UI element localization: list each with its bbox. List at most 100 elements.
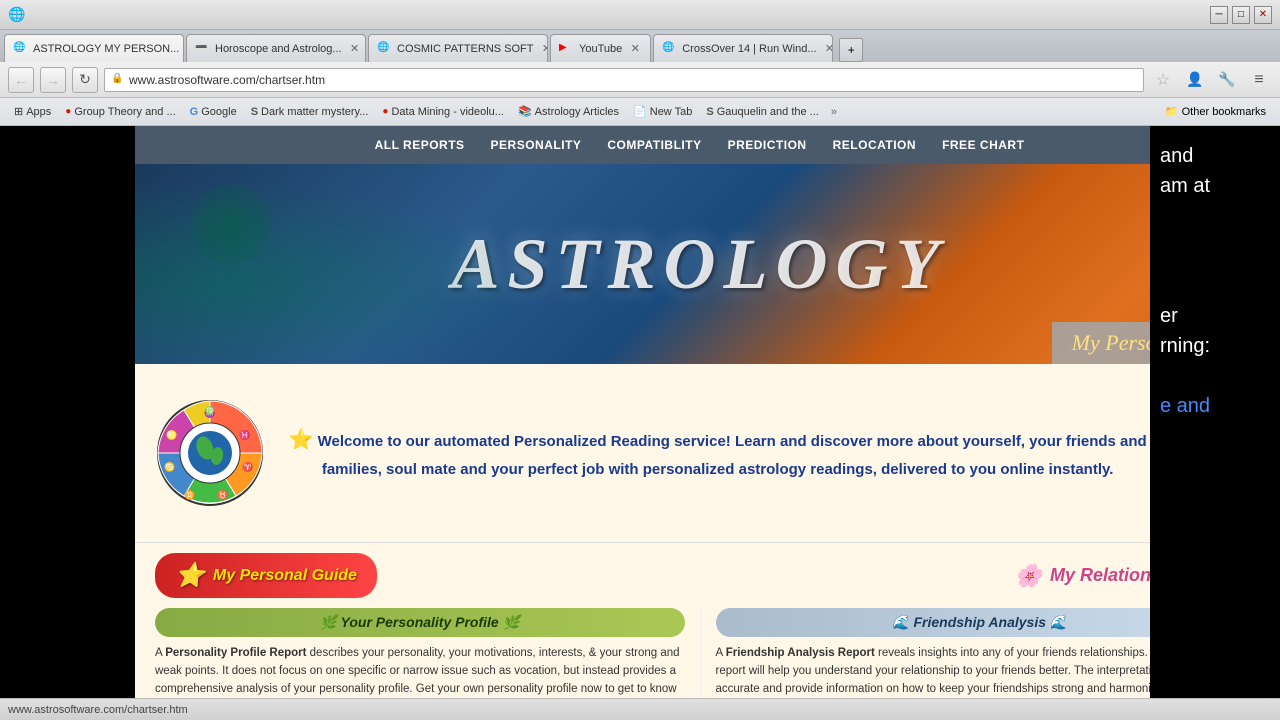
personality-header-text: 🌿 Your Personality Profile 🌿 [319, 614, 520, 631]
folder-icon: 📁 [1165, 105, 1179, 118]
google-icon: G [190, 106, 199, 118]
new-tab-icon: 📄 [633, 105, 647, 118]
nav-item-3[interactable]: PREDICTION [716, 134, 819, 156]
gauquelin-icon: S [706, 106, 713, 118]
tab-favicon-crossover: 🌐 [662, 42, 676, 56]
svg-text:♈: ♈ [242, 461, 253, 472]
bookmark-google[interactable]: G Google [184, 104, 243, 120]
user-icon-button[interactable]: 👤 [1182, 67, 1208, 93]
nav-item-4[interactable]: RELOCATION [821, 134, 928, 156]
browser-window: 🌐 ─ □ ✕ 🌐 ASTROLOGY MY PERSON... ✕ ➖ Hor… [0, 0, 1280, 720]
bookmark-data-mining[interactable]: ● Data Mining - videolu... [376, 104, 510, 120]
close-button[interactable]: ✕ [1254, 6, 1272, 24]
new-tab-button[interactable]: + [839, 38, 863, 62]
welcome-text-block: ⭐ Welcome to our automated Personalized … [280, 423, 1155, 483]
tab-youtube[interactable]: ▶ YouTube ✕ [550, 34, 651, 62]
svg-text:♉: ♉ [217, 489, 228, 500]
title-bar: 🌐 ─ □ ✕ [0, 0, 1280, 30]
status-text: www.astrosoftware.com/chartser.htm [8, 704, 188, 716]
tab-cosmic[interactable]: 🌐 COSMIC PATTERNS SOFT ✕ [368, 34, 548, 62]
bookmark-dark-matter[interactable]: S Dark matter mystery... [245, 104, 375, 120]
svg-text:♋: ♋ [164, 461, 175, 472]
tab-close-cosmic[interactable]: ✕ [540, 42, 549, 56]
bookmark-gauquelin[interactable]: S Gauquelin and the ... [700, 104, 824, 120]
tab-label-youtube: YouTube [579, 43, 622, 55]
tab-close-crossover[interactable]: ✕ [823, 42, 834, 56]
status-bar: www.astrosoftware.com/chartser.htm [0, 698, 1280, 720]
apps-icon: ⊞ [14, 105, 23, 118]
profile-sections: 🌿 Your Personality Profile 🌿 A Personali… [135, 608, 1264, 698]
webpage: ALL REPORTSPERSONALITYCOMPATIBLITYPREDIC… [0, 126, 1280, 698]
tab-label-crossover: CrossOver 14 | Run Wind... [682, 43, 816, 55]
dark-matter-label: Dark matter mystery... [261, 106, 368, 118]
right-text-top: and am at [1160, 141, 1270, 201]
personality-text: A Personality Profile Report describes y… [155, 645, 685, 698]
tab-horoscope[interactable]: ➖ Horoscope and Astrolog... ✕ [186, 34, 366, 62]
personal-guide-button[interactable]: ⭐ My Personal Guide [155, 553, 377, 598]
bookmark-apps[interactable]: ⊞ Apps [8, 103, 57, 120]
right-line4: rning: [1160, 335, 1210, 357]
address-icon: 🔒 [111, 73, 125, 87]
svg-text:♌: ♌ [166, 429, 177, 440]
data-mining-icon: ● [382, 106, 388, 117]
refresh-button[interactable]: ↻ [72, 67, 98, 93]
personal-guide-star: ⭐ [175, 561, 205, 590]
personal-guide-label: My Personal Guide [213, 567, 357, 585]
tab-label-astrology: ASTROLOGY MY PERSON... [33, 43, 179, 55]
address-bar[interactable]: 🔒 www.astrosoftware.com/chartser.htm [104, 68, 1144, 92]
minimize-button[interactable]: ─ [1210, 6, 1228, 24]
window-controls: ─ □ ✕ [1210, 6, 1272, 24]
welcome-paragraph: ⭐ Welcome to our automated Personalized … [280, 423, 1155, 483]
group-theory-label: Group Theory and ... [74, 106, 175, 118]
webpage-inner: ALL REPORTSPERSONALITYCOMPATIBLITYPREDIC… [135, 126, 1280, 698]
bookmark-group-theory[interactable]: ● Group Theory and ... [59, 104, 181, 120]
back-button[interactable]: ← [8, 67, 34, 93]
bookmark-astrology-articles[interactable]: 📚 Astrology Articles [512, 103, 625, 120]
site-navigation: ALL REPORTSPERSONALITYCOMPATIBLITYPREDIC… [135, 126, 1264, 164]
bookmarks-separator: » [831, 106, 837, 118]
nav-item-0[interactable]: ALL REPORTS [363, 134, 477, 156]
right-text-middle: er rning: [1160, 301, 1270, 361]
tab-favicon-astrology: 🌐 [13, 42, 27, 56]
friendship-bold: Friendship Analysis Report [726, 647, 875, 659]
right-blue-text: e and [1160, 395, 1210, 417]
data-mining-label: Data Mining - videolu... [391, 106, 504, 118]
apps-label: Apps [26, 106, 51, 118]
guide-buttons-row: ⭐ My Personal Guide 🌸 My Relationship Gu… [135, 543, 1264, 608]
maximize-button[interactable]: □ [1232, 6, 1250, 24]
forward-button[interactable]: → [40, 67, 66, 93]
astrology-articles-icon: 📚 [518, 105, 532, 118]
site-content: ALL REPORTSPERSONALITYCOMPATIBLITYPREDIC… [135, 126, 1264, 698]
tab-label-cosmic: COSMIC PATTERNS SOFT [397, 43, 534, 55]
extension-button[interactable]: 🔧 [1214, 67, 1240, 93]
relationship-guide-flower: 🌸 [1015, 563, 1042, 589]
tab-astrology[interactable]: 🌐 ASTROLOGY MY PERSON... ✕ [4, 34, 184, 62]
svg-text:♍: ♍ [205, 405, 215, 415]
other-bookmarks-label: Other bookmarks [1182, 106, 1266, 118]
tab-close-horoscope[interactable]: ✕ [348, 42, 362, 56]
tab-crossover[interactable]: 🌐 CrossOver 14 | Run Wind... ✕ [653, 34, 833, 62]
bookmark-new-tab[interactable]: 📄 New Tab [627, 103, 698, 120]
personality-header: 🌿 Your Personality Profile 🌿 [155, 608, 685, 637]
right-text-blue: e and [1160, 391, 1270, 421]
nav-item-2[interactable]: COMPATIBLITY [595, 134, 713, 156]
right-line2: am at [1160, 175, 1210, 197]
welcome-section: ♒ ♓ ♈ ♉ ♊ ♋ ♌ ♍ [135, 364, 1264, 543]
other-bookmarks-button[interactable]: 📁 Other bookmarks [1159, 103, 1272, 120]
nav-item-1[interactable]: PERSONALITY [479, 134, 594, 156]
browser-icon: 🌐 [8, 6, 25, 23]
address-text: www.astrosoftware.com/chartser.htm [129, 73, 325, 87]
svg-text:♓: ♓ [239, 429, 250, 440]
right-black-panel: and am at er rning: e and [1150, 126, 1280, 698]
star-icon-left: ⭐ [289, 429, 314, 451]
dark-matter-icon: S [251, 106, 258, 118]
nav-item-5[interactable]: FREE CHART [930, 134, 1036, 156]
right-line3: er [1160, 305, 1178, 327]
zodiac-wheel: ♒ ♓ ♈ ♉ ♊ ♋ ♌ ♍ [155, 398, 265, 508]
personality-profile-col: 🌿 Your Personality Profile 🌿 A Personali… [155, 608, 700, 698]
tab-close-youtube[interactable]: ✕ [628, 42, 642, 56]
bookmark-star-button[interactable]: ☆ [1150, 67, 1176, 93]
nav-bar: ← → ↻ 🔒 www.astrosoftware.com/chartser.h… [0, 62, 1280, 98]
menu-button[interactable]: ≡ [1246, 67, 1272, 93]
astrology-articles-label: Astrology Articles [535, 106, 619, 118]
